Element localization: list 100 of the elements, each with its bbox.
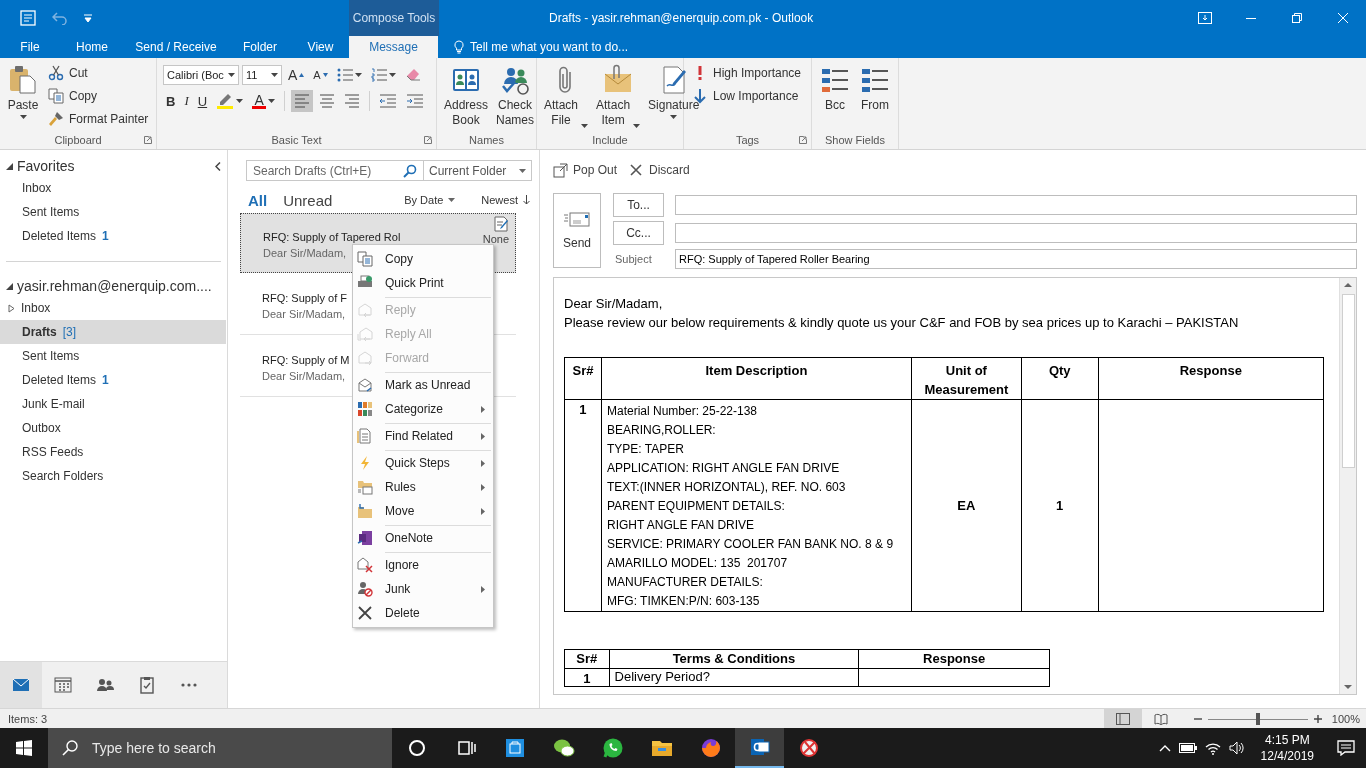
column-header: Item Description	[601, 357, 912, 400]
clock[interactable]: 4:15 PM 12/4/2019	[1260, 732, 1314, 764]
ribbon-tab[interactable]: File	[0, 36, 60, 58]
notification-icon	[1337, 740, 1355, 756]
table-cell: 1	[564, 399, 602, 612]
scrollbar[interactable]	[1339, 278, 1356, 694]
search-icon	[403, 163, 417, 178]
to-field[interactable]	[675, 195, 1357, 215]
submenu-arrow-icon	[481, 585, 485, 593]
submenu-arrow-icon	[481, 432, 485, 440]
menu-item[interactable]: Rules	[353, 475, 493, 499]
cc-field[interactable]	[675, 223, 1357, 243]
description-line: MANUFACTURER DETAILS:	[606, 574, 764, 591]
folder-item[interactable]: Inbox	[0, 176, 226, 200]
ribbon-button[interactable]: Bcc	[816, 62, 854, 115]
discard-button[interactable]: Discard	[629, 162, 690, 178]
submenu-arrow-icon	[481, 483, 485, 491]
description-line: AMARILLO MODEL: 135 201707	[606, 555, 789, 572]
envelope-cross-icon	[357, 557, 373, 573]
expanded-triangle-icon	[6, 282, 13, 290]
to-button[interactable]: To...	[613, 193, 664, 217]
description-line: PARENT EQUIPMENT DETAILS:	[606, 498, 786, 515]
bullet-list-icon	[336, 68, 353, 82]
ribbon-button[interactable]: Address Book	[441, 62, 492, 130]
section-header[interactable]: Favorites	[0, 156, 210, 176]
document-icon	[357, 428, 373, 444]
folder-item[interactable]: Junk E-mail	[0, 392, 226, 416]
search-field[interactable]: Search Drafts (Ctrl+E)	[246, 160, 424, 181]
align-left-icon	[294, 93, 311, 109]
menu-item[interactable]: Junk	[353, 577, 493, 601]
minimize-icon	[1246, 17, 1256, 19]
menu-item[interactable]: Mark as Unread	[353, 373, 493, 397]
mail-button[interactable]	[0, 662, 42, 708]
ribbon-button[interactable]: Cut	[44, 62, 153, 84]
folder-item[interactable]: Search Folders	[0, 464, 226, 488]
font-name-field[interactable]: Calibri (Boc	[163, 65, 239, 85]
folder-item[interactable]: Inbox	[0, 296, 226, 320]
paste-button[interactable]: Paste	[4, 62, 42, 121]
normal-view-button[interactable]	[1103, 709, 1142, 728]
copy-icon	[48, 88, 64, 104]
sort-dropdown[interactable]: By Date	[402, 194, 458, 206]
folder-item[interactable]: Sent Items	[0, 344, 226, 368]
ribbon-button[interactable]: Copy	[44, 85, 153, 107]
up-triangle-icon	[299, 73, 305, 77]
taskbar-search-field[interactable]: Type here to search	[92, 740, 372, 756]
ribbon-button[interactable]: Format Painter	[44, 108, 153, 130]
align-left-button[interactable]	[291, 90, 314, 112]
menu-item[interactable]: Quick Steps	[353, 451, 493, 475]
pop-out-button[interactable]: Pop Out	[553, 162, 618, 178]
underline-button[interactable]: U	[194, 90, 211, 112]
subject-field[interactable]: RFQ: Supply of Tapered Roller Bearing	[675, 249, 1357, 269]
font-color-button[interactable]: A	[249, 90, 279, 112]
filter-tab[interactable]: Unread	[281, 191, 335, 209]
menu-item[interactable]: Copy	[353, 247, 493, 271]
folder-item[interactable]: Deleted Items 1	[0, 224, 226, 248]
italic-button[interactable]: I	[181, 90, 192, 112]
caret-icon	[581, 124, 589, 128]
ribbon-tab[interactable]: Home	[60, 36, 124, 58]
scope-dropdown[interactable]: Current Folder	[424, 160, 532, 181]
ribbon-button[interactable]: Attach Item	[593, 62, 644, 130]
filter-tab[interactable]: All	[246, 191, 270, 209]
taskbar-app[interactable]	[735, 728, 784, 768]
grow-font-button[interactable]: A	[285, 64, 308, 86]
align-right-icon	[344, 93, 361, 109]
font-size-field[interactable]: 11	[242, 65, 282, 85]
folder-item[interactable]: Drafts [3]	[0, 320, 226, 344]
menu-item[interactable]: Ignore	[353, 553, 493, 577]
scroll-thumb[interactable]	[1341, 294, 1355, 468]
highlighter-icon	[216, 93, 235, 109]
notebook-icon	[357, 530, 373, 546]
tell-me-field[interactable]: Tell me what you want to do...	[470, 40, 700, 54]
close-icon	[629, 162, 645, 178]
taskbar-search-box[interactable]: Type here to search	[48, 728, 392, 768]
ribbon-button[interactable]: Check Names	[493, 62, 538, 130]
sort-order-button[interactable]: Newest	[479, 194, 532, 206]
caret-icon	[670, 115, 678, 119]
zoom-level: 100%	[1331, 712, 1361, 725]
ribbon-tab[interactable]: Send / Receive	[124, 36, 228, 58]
cc-button[interactable]: Cc...	[613, 221, 664, 245]
shrink-font-button[interactable]: A	[310, 64, 331, 86]
bold-button[interactable]: B	[163, 90, 179, 112]
ribbon-tab[interactable]: Folder	[228, 36, 292, 58]
send-button[interactable]: Send	[553, 193, 601, 268]
ribbon-button[interactable]: Attach File	[541, 62, 592, 130]
caret-icon	[19, 115, 27, 119]
item-count: Items: 3	[8, 712, 48, 725]
caret-icon	[633, 124, 641, 128]
ribbon-button[interactable]: From	[856, 62, 894, 115]
ribbon-tab[interactable]: View	[292, 36, 349, 58]
zoom-thumb[interactable]	[1255, 712, 1260, 725]
group-label: Clipboard	[54, 134, 102, 146]
folder-item[interactable]: Sent Items	[0, 200, 226, 224]
folder-item[interactable]: Outbox	[0, 416, 226, 440]
ribbon-tab[interactable]: Message	[349, 36, 438, 58]
zoom-slider[interactable]	[1207, 712, 1308, 725]
section-header[interactable]: yasir.rehman@enerquip.com....	[0, 276, 210, 296]
menu-item[interactable]: Delete	[353, 601, 493, 625]
zoom-in-icon	[1313, 714, 1322, 723]
folder-item[interactable]: Deleted Items 1	[0, 368, 226, 392]
folder-item[interactable]: RSS Feeds	[0, 440, 226, 464]
